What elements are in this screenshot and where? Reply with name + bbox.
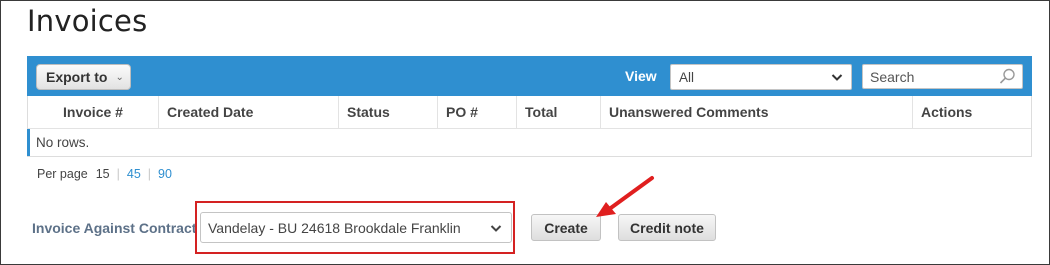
view-select[interactable]: All xyxy=(670,64,852,90)
column-header-invoice-number[interactable]: Invoice # xyxy=(28,96,159,128)
page-title: Invoices xyxy=(27,4,148,38)
column-header-unanswered-comments[interactable]: Unanswered Comments xyxy=(601,96,913,128)
column-header-actions[interactable]: Actions xyxy=(913,96,1031,128)
per-page-label: Per page xyxy=(37,167,88,181)
empty-table-message: No rows. xyxy=(27,129,1031,156)
search-icon[interactable] xyxy=(999,68,1016,85)
chevron-down-icon: ⌄ xyxy=(115,71,124,83)
red-arrow-icon xyxy=(596,176,654,217)
chevron-down-icon xyxy=(831,74,843,81)
page-size-option-current: 15 xyxy=(95,167,110,181)
view-select-value: All xyxy=(679,69,695,85)
column-header-status[interactable]: Status xyxy=(339,96,438,128)
page-size-option-90[interactable]: 90 xyxy=(158,167,172,181)
contract-select-label: Invoice Against Contract xyxy=(32,220,197,236)
column-header-total[interactable]: Total xyxy=(517,96,601,128)
export-to-button[interactable]: Export to ⌄ xyxy=(36,64,131,90)
chevron-down-icon xyxy=(490,225,502,232)
export-to-label: Export to xyxy=(46,69,108,85)
table-toolbar: Export to ⌄ View All xyxy=(27,56,1032,96)
column-header-po-number[interactable]: PO # xyxy=(438,96,517,128)
table-header: Invoice # Created Date Status PO # Total… xyxy=(28,96,1031,129)
column-header-created-date[interactable]: Created Date xyxy=(159,96,339,128)
invoices-table: Invoice # Created Date Status PO # Total… xyxy=(27,96,1032,157)
page-size-option-45[interactable]: 45 xyxy=(127,167,141,181)
contract-select-value: Vandelay - BU 24618 Brookdale Franklin xyxy=(208,219,461,236)
pager-divider: | xyxy=(147,167,152,181)
pager-divider: | xyxy=(116,167,120,181)
view-label: View xyxy=(625,68,657,84)
contract-select[interactable]: Vandelay - BU 24618 Brookdale Franklin xyxy=(200,212,512,243)
page-size-selector: Per page 15 | 45 | 90 xyxy=(37,167,172,181)
